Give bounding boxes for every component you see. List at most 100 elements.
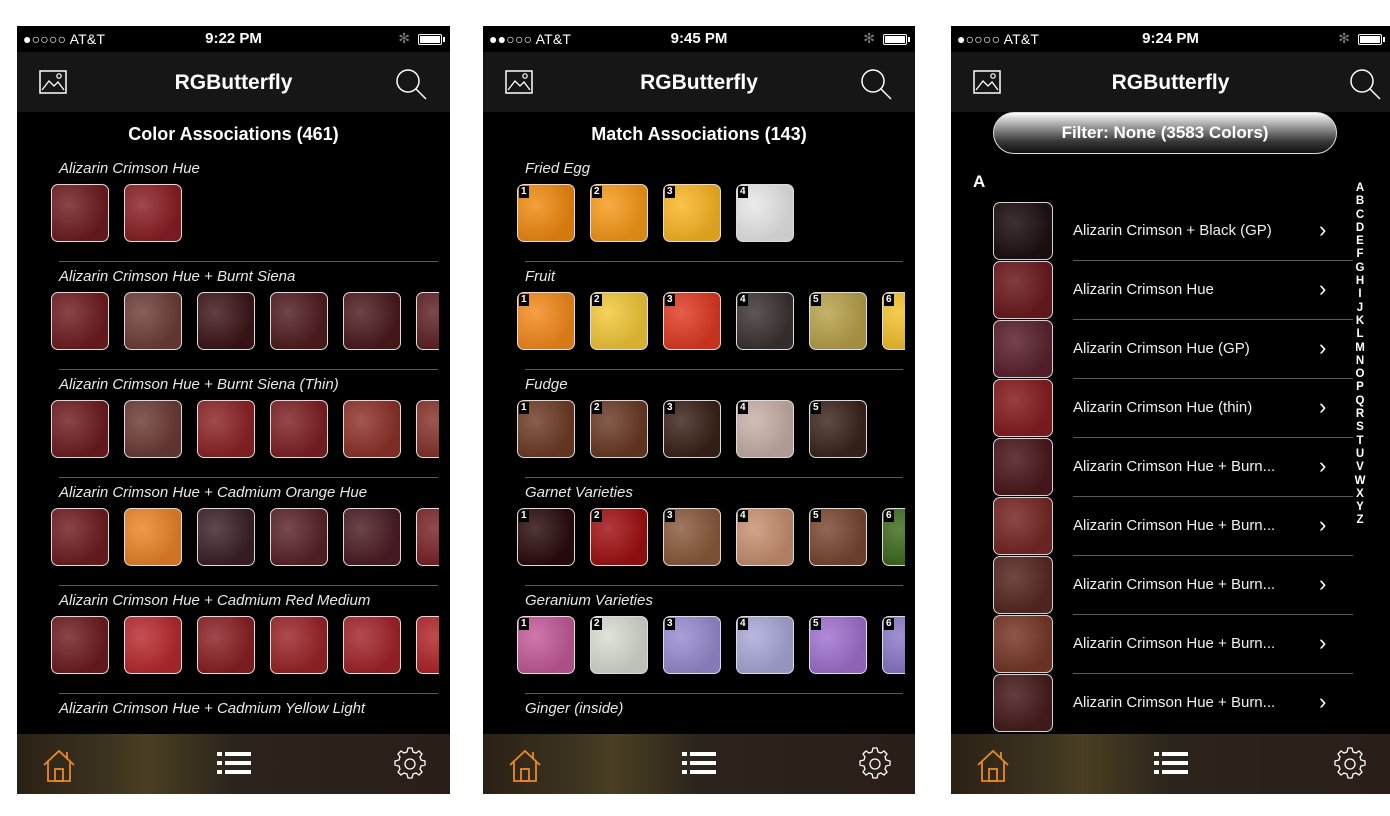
list-icon[interactable] bbox=[682, 749, 716, 777]
index-letter[interactable]: E bbox=[1353, 235, 1367, 248]
color-list-row[interactable]: Alizarin Crimson Hue + Burn... › bbox=[951, 497, 1390, 556]
index-letter[interactable]: M bbox=[1353, 342, 1367, 355]
color-swatch[interactable]: 1 bbox=[517, 292, 575, 350]
color-swatch[interactable]: 3 bbox=[663, 184, 721, 242]
color-swatch[interactable]: 6 bbox=[882, 292, 905, 350]
color-swatch[interactable]: 4 bbox=[736, 616, 794, 674]
color-swatch[interactable] bbox=[124, 184, 182, 242]
color-list-row[interactable]: Alizarin Crimson Hue (thin) › bbox=[951, 379, 1390, 438]
gear-icon[interactable] bbox=[1332, 746, 1368, 782]
index-letter[interactable]: W bbox=[1353, 475, 1367, 488]
color-list-row[interactable]: Alizarin Crimson Hue + Burn... › bbox=[951, 615, 1390, 674]
color-swatch[interactable] bbox=[124, 508, 182, 566]
home-icon[interactable] bbox=[507, 748, 543, 784]
color-list-row[interactable]: Alizarin Crimson Hue (GP) › bbox=[951, 320, 1390, 379]
index-letter[interactable]: F bbox=[1353, 248, 1367, 261]
gear-icon[interactable] bbox=[857, 746, 893, 782]
color-swatch[interactable] bbox=[197, 508, 255, 566]
index-letter[interactable]: S bbox=[1353, 421, 1367, 434]
color-list-row[interactable]: Alizarin Crimson Hue › bbox=[951, 261, 1390, 320]
color-swatch[interactable] bbox=[416, 616, 439, 674]
color-list-row[interactable]: Alizarin Crimson Hue + Burn... › bbox=[951, 556, 1390, 615]
alphabet-index[interactable]: ABCDEFGHIJKLMNOPQRSTUVWXYZ bbox=[1353, 182, 1367, 528]
gear-icon[interactable] bbox=[392, 746, 428, 782]
index-letter[interactable]: X bbox=[1353, 488, 1367, 501]
color-swatch[interactable] bbox=[270, 616, 328, 674]
search-icon[interactable] bbox=[394, 67, 428, 101]
index-letter[interactable]: H bbox=[1353, 275, 1367, 288]
color-swatch[interactable] bbox=[343, 400, 401, 458]
home-icon[interactable] bbox=[41, 748, 77, 784]
index-letter[interactable]: Y bbox=[1353, 501, 1367, 514]
color-swatch[interactable]: 5 bbox=[809, 508, 867, 566]
index-letter[interactable]: R bbox=[1353, 408, 1367, 421]
color-swatch[interactable]: 6 bbox=[882, 508, 905, 566]
color-swatch[interactable]: 5 bbox=[809, 616, 867, 674]
color-swatch[interactable]: 2 bbox=[590, 184, 648, 242]
color-swatch[interactable] bbox=[51, 508, 109, 566]
color-swatch[interactable]: 3 bbox=[663, 292, 721, 350]
color-swatch[interactable] bbox=[197, 292, 255, 350]
index-letter[interactable]: L bbox=[1353, 328, 1367, 341]
color-swatch[interactable]: 1 bbox=[517, 400, 575, 458]
color-swatch[interactable] bbox=[343, 508, 401, 566]
color-swatch[interactable] bbox=[124, 400, 182, 458]
color-swatch[interactable]: 5 bbox=[809, 400, 867, 458]
color-swatch[interactable] bbox=[416, 400, 439, 458]
color-swatch[interactable] bbox=[51, 616, 109, 674]
index-letter[interactable]: C bbox=[1353, 209, 1367, 222]
color-swatch[interactable]: 4 bbox=[736, 184, 794, 242]
color-swatch[interactable] bbox=[270, 292, 328, 350]
color-swatch[interactable]: 1 bbox=[517, 184, 575, 242]
color-swatch[interactable]: 2 bbox=[590, 292, 648, 350]
search-icon[interactable] bbox=[859, 67, 893, 101]
color-swatch[interactable]: 3 bbox=[663, 400, 721, 458]
list-icon[interactable] bbox=[1153, 749, 1188, 777]
index-letter[interactable]: P bbox=[1353, 381, 1367, 394]
home-icon[interactable] bbox=[975, 748, 1011, 784]
color-swatch[interactable] bbox=[343, 292, 401, 350]
index-letter[interactable]: I bbox=[1353, 288, 1367, 301]
color-swatch[interactable] bbox=[51, 184, 109, 242]
index-letter[interactable]: V bbox=[1353, 461, 1367, 474]
color-swatch[interactable]: 3 bbox=[663, 508, 721, 566]
color-swatch[interactable] bbox=[416, 508, 439, 566]
color-swatch[interactable]: 4 bbox=[736, 292, 794, 350]
index-letter[interactable]: D bbox=[1353, 222, 1367, 235]
color-swatch[interactable] bbox=[343, 616, 401, 674]
color-swatch[interactable]: 1 bbox=[517, 508, 575, 566]
color-swatch[interactable] bbox=[270, 508, 328, 566]
color-swatch[interactable] bbox=[197, 616, 255, 674]
index-letter[interactable]: A bbox=[1353, 182, 1367, 195]
index-letter[interactable]: K bbox=[1353, 315, 1367, 328]
index-letter[interactable]: J bbox=[1353, 302, 1367, 315]
color-swatch[interactable] bbox=[197, 400, 255, 458]
color-swatch[interactable]: 3 bbox=[663, 616, 721, 674]
color-swatch[interactable]: 1 bbox=[517, 616, 575, 674]
color-swatch[interactable] bbox=[51, 400, 109, 458]
color-swatch[interactable]: 2 bbox=[590, 400, 648, 458]
color-swatch[interactable] bbox=[270, 400, 328, 458]
index-letter[interactable]: B bbox=[1353, 195, 1367, 208]
color-swatch[interactable] bbox=[416, 292, 439, 350]
color-swatch[interactable]: 4 bbox=[736, 508, 794, 566]
color-swatch[interactable] bbox=[124, 616, 182, 674]
index-letter[interactable]: N bbox=[1353, 355, 1367, 368]
index-letter[interactable]: O bbox=[1353, 368, 1367, 381]
color-list-row[interactable]: Alizarin Crimson Hue + Burn... › bbox=[951, 438, 1390, 497]
index-letter[interactable]: Q bbox=[1353, 395, 1367, 408]
index-letter[interactable]: Z bbox=[1353, 514, 1367, 527]
filter-button[interactable]: Filter: None (3583 Colors) bbox=[993, 112, 1337, 154]
color-list-row[interactable]: Alizarin Crimson + Black (GP) › bbox=[951, 202, 1390, 261]
color-swatch[interactable]: 5 bbox=[809, 292, 867, 350]
index-letter[interactable]: T bbox=[1353, 435, 1367, 448]
color-swatch[interactable]: 2 bbox=[590, 616, 648, 674]
index-letter[interactable]: U bbox=[1353, 448, 1367, 461]
index-letter[interactable]: G bbox=[1353, 262, 1367, 275]
color-swatch[interactable]: 6 bbox=[882, 616, 905, 674]
color-list-row[interactable]: Alizarin Crimson Hue + Burn... › bbox=[951, 674, 1390, 733]
color-swatch[interactable]: 4 bbox=[736, 400, 794, 458]
color-swatch[interactable]: 2 bbox=[590, 508, 648, 566]
color-swatch[interactable] bbox=[124, 292, 182, 350]
color-swatch[interactable] bbox=[51, 292, 109, 350]
